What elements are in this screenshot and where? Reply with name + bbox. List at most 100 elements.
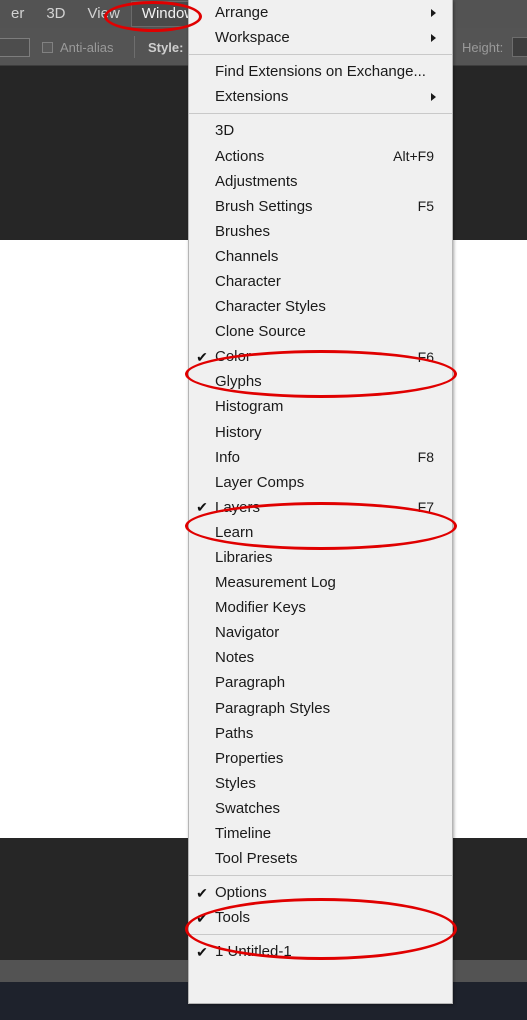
color-swatch-button[interactable] — [0, 38, 30, 57]
menu-item-label: Brush Settings — [215, 197, 313, 215]
menu-item-label: Color — [215, 348, 251, 366]
menu-item-label: Brushes — [215, 222, 271, 240]
window-dropdown-menu[interactable]: Arrange Workspace Find Extensions on Excha… — [188, 0, 453, 1004]
menu-item-brush-settings[interactable]: Brush Settings F5 — [189, 194, 452, 219]
menu-separator — [189, 109, 452, 118]
checkmark-icon: ✔ — [196, 884, 208, 901]
menu-item-shortcut: F7 — [417, 499, 434, 516]
height-label: Height: — [462, 40, 504, 55]
menu-separator — [189, 871, 452, 880]
menu-item-shortcut: F5 — [417, 198, 434, 215]
menu-item-label: Arrange — [215, 4, 269, 22]
checkmark-icon: ✔ — [196, 348, 208, 365]
menu-item-label: Timeline — [215, 825, 272, 843]
menu-item-tools[interactable]: ✔ Tools — [189, 905, 452, 930]
menu-item-layers[interactable]: ✔ Layers F7 — [189, 495, 452, 520]
menu-item-label: Tools — [215, 909, 251, 927]
menu-item-properties[interactable]: Properties — [189, 746, 452, 771]
menu-item-paragraph[interactable]: Paragraph — [189, 670, 452, 695]
menu-item-3d[interactable]: 3D — [189, 118, 452, 143]
menu-item-histogram[interactable]: Histogram — [189, 394, 452, 419]
menu-item-label: Learn — [215, 523, 254, 541]
menu-item-swatches[interactable]: Swatches — [189, 796, 452, 821]
menu-item-clone-source[interactable]: Clone Source — [189, 319, 452, 344]
menu-item-label: Libraries — [215, 549, 273, 567]
menu-separator — [189, 930, 452, 939]
menubar-item-view[interactable]: View — [77, 1, 131, 27]
menu-item-label: Properties — [215, 749, 284, 767]
menu-item-label: 3D — [215, 122, 235, 140]
menu-item-paths[interactable]: Paths — [189, 721, 452, 746]
menu-item-label: Find Extensions on Exchange... — [215, 63, 426, 81]
menu-item-1-untitled-1[interactable]: ✔ 1 Untitled-1 — [189, 939, 452, 964]
menu-item-label: Layer Comps — [215, 473, 305, 491]
menu-item-character[interactable]: Character — [189, 269, 452, 294]
menu-bar-items: er 3D View Window — [0, 0, 207, 28]
menu-item-label: Channels — [215, 247, 279, 265]
menu-item-learn[interactable]: Learn — [189, 520, 452, 545]
anti-alias-checkbox[interactable] — [42, 42, 53, 53]
menu-item-workspace[interactable]: Workspace — [189, 25, 452, 50]
menu-item-label: Measurement Log — [215, 574, 336, 592]
menu-item-modifier-keys[interactable]: Modifier Keys — [189, 595, 452, 620]
menu-item-label: Info — [215, 448, 241, 466]
menu-item-label: Character Styles — [215, 298, 326, 316]
menu-item-label: Paths — [215, 724, 254, 742]
submenu-arrow-icon — [431, 92, 436, 101]
menubar-item-3d[interactable]: 3D — [35, 1, 76, 27]
menu-item-character-styles[interactable]: Character Styles — [189, 294, 452, 319]
menu-item-color[interactable]: ✔ Color F6 — [189, 344, 452, 369]
menu-item-label: Histogram — [215, 398, 284, 416]
menu-item-options[interactable]: ✔ Options — [189, 880, 452, 905]
menu-item-label: History — [215, 423, 262, 441]
menu-item-actions[interactable]: Actions Alt+F9 — [189, 143, 452, 168]
menu-item-shortcut: F8 — [417, 449, 434, 466]
menu-item-label: Options — [215, 884, 267, 902]
checkmark-icon: ✔ — [196, 499, 208, 516]
menu-item-label: 1 Untitled-1 — [215, 943, 292, 961]
menu-item-paragraph-styles[interactable]: Paragraph Styles — [189, 696, 452, 721]
menu-item-label: Extensions — [215, 88, 289, 106]
menu-item-measurement-log[interactable]: Measurement Log — [189, 570, 452, 595]
menu-item-adjustments[interactable]: Adjustments — [189, 169, 452, 194]
menu-item-history[interactable]: History — [189, 420, 452, 445]
checkmark-icon: ✔ — [196, 943, 208, 960]
menu-item-libraries[interactable]: Libraries — [189, 545, 452, 570]
anti-alias-label: Anti-alias — [60, 40, 114, 55]
menu-item-label: Paragraph Styles — [215, 699, 331, 717]
menu-item-notes[interactable]: Notes — [189, 645, 452, 670]
menu-item-styles[interactable]: Styles — [189, 771, 452, 796]
menubar-item-er[interactable]: er — [0, 1, 35, 27]
menu-item-label: Clone Source — [215, 323, 306, 341]
menu-item-label: Layers — [215, 498, 261, 516]
menu-item-tool-presets[interactable]: Tool Presets — [189, 846, 452, 871]
menu-item-glyphs[interactable]: Glyphs — [189, 369, 452, 394]
menu-item-label: Navigator — [215, 624, 280, 642]
menu-item-label: Glyphs — [215, 373, 262, 391]
menu-item-info[interactable]: Info F8 — [189, 445, 452, 470]
style-label: Style: — [148, 40, 184, 55]
menu-item-brushes[interactable]: Brushes — [189, 219, 452, 244]
submenu-arrow-icon — [431, 8, 436, 17]
menu-item-label: Swatches — [215, 799, 281, 817]
menu-item-arrange[interactable]: Arrange — [189, 0, 452, 25]
menu-item-shortcut: F6 — [417, 348, 434, 365]
menu-item-shortcut: Alt+F9 — [393, 148, 434, 165]
menu-item-label: Actions — [215, 147, 265, 165]
height-input[interactable] — [512, 37, 527, 57]
menu-item-label: Workspace — [215, 29, 290, 47]
submenu-arrow-icon — [431, 33, 436, 42]
menu-item-label: Adjustments — [215, 172, 298, 190]
menu-item-label: Notes — [215, 649, 255, 667]
menu-item-layer-comps[interactable]: Layer Comps — [189, 470, 452, 495]
menu-item-label: Modifier Keys — [215, 599, 306, 617]
menu-item-navigator[interactable]: Navigator — [189, 620, 452, 645]
menu-item-label: Tool Presets — [215, 850, 298, 868]
menu-item-channels[interactable]: Channels — [189, 244, 452, 269]
menu-item-find-extensions-on-exchange[interactable]: Find Extensions on Exchange... — [189, 59, 452, 84]
menu-item-label: Character — [215, 272, 281, 290]
options-divider — [134, 36, 135, 58]
menu-item-extensions[interactable]: Extensions — [189, 84, 452, 109]
menu-item-timeline[interactable]: Timeline — [189, 821, 452, 846]
menu-item-label: Paragraph — [215, 674, 286, 692]
